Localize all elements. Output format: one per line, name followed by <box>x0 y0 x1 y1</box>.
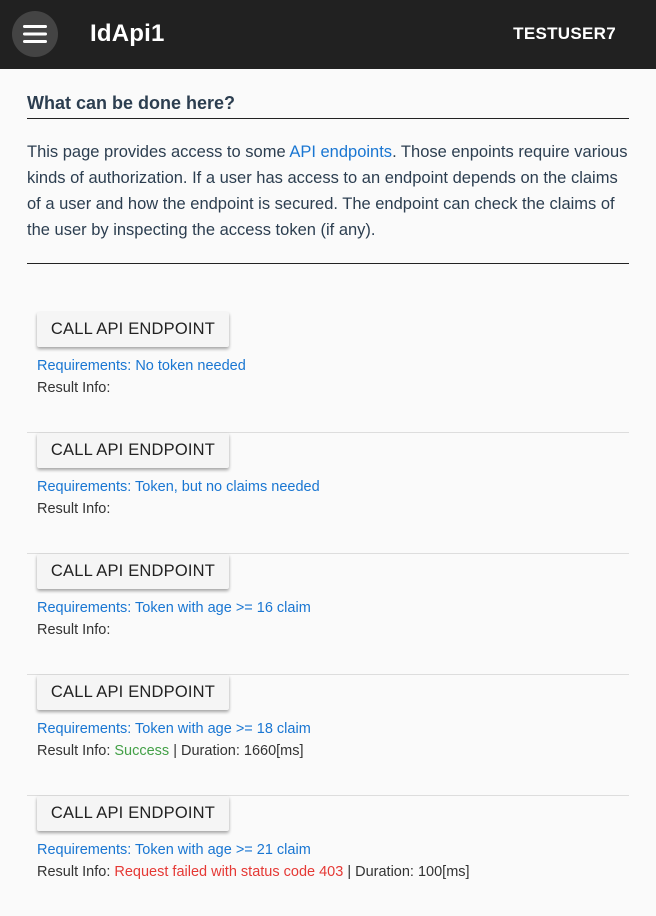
result-label: Result Info: <box>37 743 111 759</box>
intro-paragraph: This page provides access to some API en… <box>27 139 629 264</box>
result-info: Result Info: <box>37 501 110 517</box>
result-info: Result Info: Request failed with status … <box>37 864 470 880</box>
result-label: Result Info: <box>37 380 111 396</box>
call-api-endpoint-button[interactable]: CALL API ENDPOINT <box>37 554 229 589</box>
requirements-text: Requirements: No token needed <box>37 358 246 374</box>
endpoint-item: CALL API ENDPOINT Requirements: No token… <box>27 312 629 433</box>
endpoint-item: CALL API ENDPOINT Requirements: Token, b… <box>27 433 629 554</box>
requirements-text: Requirements: Token with age >= 16 claim <box>37 600 311 616</box>
section-heading: What can be done here? <box>27 93 629 119</box>
result-info: Result Info: Success | Duration: 1660[ms… <box>37 743 304 759</box>
user-name[interactable]: TESTUSER7 <box>513 24 616 44</box>
endpoint-item: CALL API ENDPOINT Requirements: Token wi… <box>27 554 629 675</box>
result-duration: | Duration: 1660[ms] <box>169 743 304 759</box>
intro-text-before: This page provides access to some <box>27 143 290 161</box>
call-api-endpoint-button[interactable]: CALL API ENDPOINT <box>37 433 229 468</box>
requirements-text: Requirements: Token with age >= 21 claim <box>37 842 311 858</box>
endpoint-item: CALL API ENDPOINT Requirements: Token wi… <box>27 675 629 796</box>
call-api-endpoint-button[interactable]: CALL API ENDPOINT <box>37 312 229 347</box>
result-status-error: Request failed with status code 403 <box>114 864 344 880</box>
app-title: IdApi1 <box>90 20 165 47</box>
menu-button[interactable] <box>12 11 58 57</box>
result-label: Result Info: <box>37 501 111 517</box>
result-label: Result Info: <box>37 864 111 880</box>
requirements-text: Requirements: Token with age >= 18 claim <box>37 721 311 737</box>
endpoint-list: CALL API ENDPOINT Requirements: No token… <box>27 312 629 916</box>
call-api-endpoint-button[interactable]: CALL API ENDPOINT <box>37 796 229 831</box>
result-duration: | Duration: 100[ms] <box>343 864 470 880</box>
result-info: Result Info: <box>37 622 110 638</box>
result-status-success: Success <box>114 743 170 759</box>
result-info: Result Info: <box>37 380 110 396</box>
result-label: Result Info: <box>37 622 111 638</box>
hamburger-menu-icon <box>23 25 47 43</box>
api-endpoints-link[interactable]: API endpoints <box>289 143 392 161</box>
endpoint-item: CALL API ENDPOINT Requirements: Token wi… <box>27 796 629 916</box>
requirements-text: Requirements: Token, but no claims neede… <box>37 479 320 495</box>
main-content: What can be done here? This page provide… <box>27 69 629 916</box>
top-app-bar: IdApi1 TESTUSER7 <box>0 0 656 69</box>
call-api-endpoint-button[interactable]: CALL API ENDPOINT <box>37 675 229 710</box>
